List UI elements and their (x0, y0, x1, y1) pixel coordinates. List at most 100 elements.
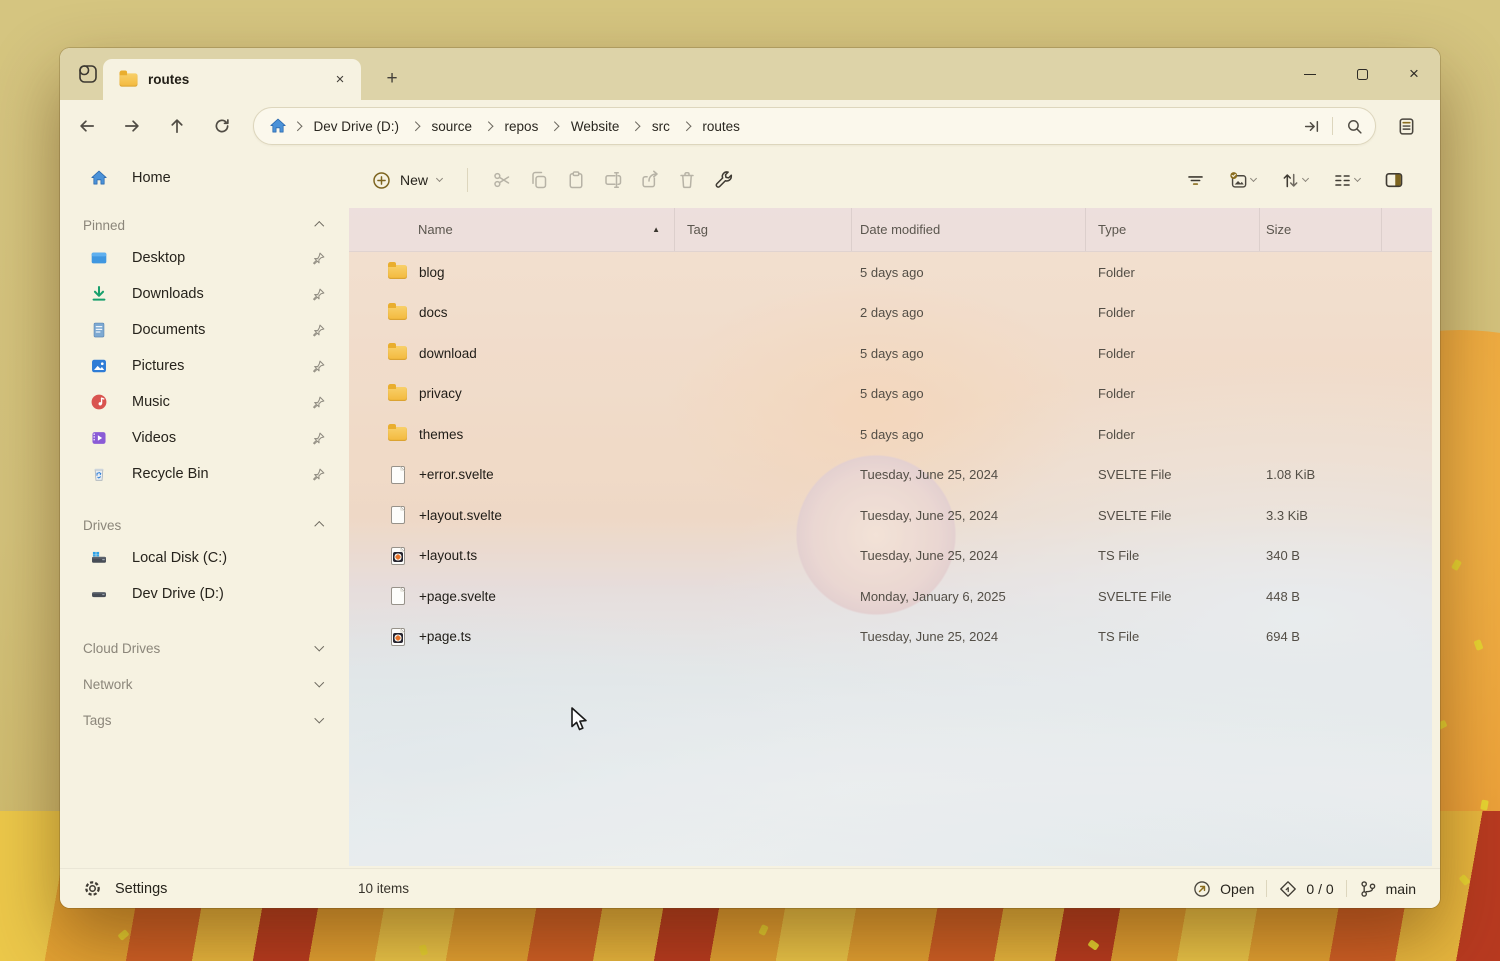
sidebar-item-local-disk-c[interactable]: Local Disk (C:) (60, 540, 349, 576)
home-icon[interactable] (269, 117, 287, 135)
sort-ascending-icon: ▲ (652, 225, 660, 234)
folder-icon (119, 73, 137, 86)
sidebar-section-cloud-drives[interactable]: Cloud Drives (60, 630, 349, 666)
refresh-button[interactable] (205, 109, 239, 143)
plus-circle-icon (372, 171, 391, 190)
breadcrumb-segment-routes[interactable]: routes (696, 119, 746, 134)
column-header-type[interactable]: Type (1086, 208, 1260, 251)
file-row-themes[interactable]: themes 5 days ago Folder (349, 414, 1432, 455)
settings-button[interactable]: Settings (60, 879, 167, 898)
breadcrumb-segment-drive[interactable]: Dev Drive (D:) (308, 119, 406, 134)
sidebar-item-recycle-bin[interactable]: Recycle Bin (60, 456, 349, 492)
sidebar-item-label: Desktop (132, 250, 287, 266)
up-button[interactable] (160, 109, 194, 143)
file-name: docs (419, 305, 448, 320)
section-label: Network (83, 677, 316, 692)
breadcrumb-segment-source[interactable]: source (426, 119, 479, 134)
minimize-button[interactable] (1284, 48, 1336, 100)
sidebar-item-desktop[interactable]: Desktop (60, 240, 349, 276)
memo-list-icon (1397, 117, 1416, 136)
file-row-layout-svelte[interactable]: +layout.svelte Tuesday, June 25, 2024 SV… (349, 495, 1432, 536)
maximize-button[interactable] (1336, 48, 1388, 100)
column-header-name[interactable]: Name ▲ (349, 208, 675, 251)
forward-icon (123, 117, 141, 135)
file-row-blog[interactable]: blog 5 days ago Folder (349, 252, 1432, 293)
breadcrumb-separator (484, 121, 493, 130)
group-by-button[interactable] (1219, 163, 1266, 197)
file-type: TS File (1086, 548, 1260, 563)
sidebar-section-network[interactable]: Network (60, 666, 349, 702)
share-button[interactable] (631, 163, 668, 197)
git-compare-icon (1279, 880, 1297, 898)
svelte-file-icon (391, 506, 405, 524)
copy-button[interactable] (520, 163, 557, 197)
file-row-docs[interactable]: docs 2 days ago Folder (349, 293, 1432, 334)
svelte-file-icon (391, 587, 405, 605)
column-header-tag[interactable]: Tag (675, 208, 852, 251)
file-row-download[interactable]: download 5 days ago Folder (349, 333, 1432, 374)
sidebar-section-drives[interactable]: Drives (60, 510, 349, 540)
sidebar-item-downloads[interactable]: Downloads (60, 276, 349, 312)
column-header-date[interactable]: Date modified (852, 208, 1086, 251)
sidebar-item-pictures[interactable]: Pictures (60, 348, 349, 384)
chevron-down-icon (1302, 175, 1309, 182)
cut-button[interactable] (483, 163, 520, 197)
sort-button[interactable] (1271, 163, 1318, 197)
open-button[interactable]: Open (1193, 880, 1254, 898)
file-type: SVELTE File (1086, 508, 1260, 523)
column-header-size[interactable]: Size (1260, 208, 1382, 251)
address-bar[interactable]: Dev Drive (D:) source repos Website src … (253, 107, 1376, 145)
omnibar-button[interactable] (1388, 109, 1424, 143)
file-size: 3.3 KiB (1260, 508, 1382, 523)
chevron-down-icon (314, 678, 323, 687)
section-label: Pinned (83, 218, 316, 233)
file-row-page-svelte[interactable]: +page.svelte Monday, January 6, 2025 SVE… (349, 576, 1432, 617)
sidebar-section-pinned[interactable]: Pinned (60, 210, 349, 240)
layout-button[interactable] (1323, 163, 1370, 197)
sidebar-item-label: Pictures (132, 358, 287, 374)
breadcrumb-segment-src[interactable]: src (646, 119, 676, 134)
filter-icon (1186, 171, 1205, 190)
sidebar-item-dev-drive-d[interactable]: Dev Drive (D:) (60, 576, 349, 612)
properties-button[interactable] (705, 163, 742, 197)
search-button[interactable] (1337, 111, 1371, 141)
git-branch-button[interactable]: main (1359, 880, 1416, 898)
file-row-layout-ts[interactable]: +layout.ts Tuesday, June 25, 2024 TS Fil… (349, 536, 1432, 577)
breadcrumb-segment-website[interactable]: Website (565, 119, 626, 134)
forward-button[interactable] (115, 109, 149, 143)
file-row-error-svelte[interactable]: +error.svelte Tuesday, June 25, 2024 SVE… (349, 455, 1432, 496)
rename-button[interactable] (594, 163, 631, 197)
file-type: Folder (1086, 386, 1260, 401)
git-sync-status[interactable]: 0 / 0 (1279, 880, 1333, 898)
file-row-page-ts[interactable]: +page.ts Tuesday, June 25, 2024 TS File … (349, 617, 1432, 658)
tab-routes[interactable]: routes × (103, 59, 361, 100)
copy-icon (529, 170, 549, 190)
file-date: Tuesday, June 25, 2024 (852, 467, 1086, 482)
new-tab-button[interactable]: + (375, 62, 409, 96)
breadcrumb-segment-repos[interactable]: repos (499, 119, 545, 134)
toggle-sidebar-button[interactable] (73, 59, 103, 89)
sidebar-item-music[interactable]: Music (60, 384, 349, 420)
sidebar-item-label: Home (132, 170, 326, 186)
filter-button[interactable] (1177, 163, 1214, 197)
section-label: Cloud Drives (83, 641, 316, 656)
new-button[interactable]: New (362, 164, 452, 197)
sidebar-item-videos[interactable]: Videos (60, 420, 349, 456)
maximize-icon (1357, 69, 1368, 80)
back-button[interactable] (70, 109, 104, 143)
sidebar-item-home[interactable]: Home (60, 160, 349, 196)
file-row-privacy[interactable]: privacy 5 days ago Folder (349, 374, 1432, 415)
paste-button[interactable] (557, 163, 594, 197)
breadcrumb-separator (682, 121, 691, 130)
delete-button[interactable] (668, 163, 705, 197)
close-window-button[interactable]: × (1388, 48, 1440, 100)
file-date: 5 days ago (852, 265, 1086, 280)
sidebar-item-documents[interactable]: Documents (60, 312, 349, 348)
file-date: 5 days ago (852, 386, 1086, 401)
back-icon (78, 117, 96, 135)
edit-path-button[interactable] (1294, 111, 1328, 141)
preview-pane-button[interactable] (1375, 163, 1412, 197)
close-tab-button[interactable]: × (327, 67, 353, 93)
folder-icon (388, 387, 407, 401)
sidebar-section-tags[interactable]: Tags (60, 702, 349, 738)
